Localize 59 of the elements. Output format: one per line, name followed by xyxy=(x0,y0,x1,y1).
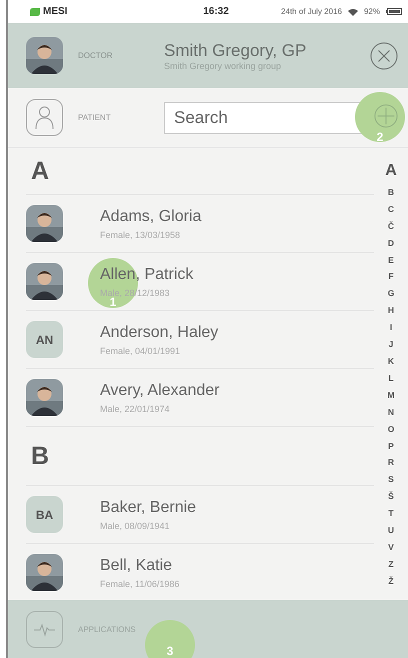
index-letter[interactable]: M xyxy=(387,390,395,400)
index-letter[interactable]: Č xyxy=(388,220,394,231)
section-letter: B xyxy=(31,442,50,470)
index-letter[interactable]: J xyxy=(388,339,394,350)
initials-avatar: AN xyxy=(26,321,63,358)
index-letter[interactable]: P xyxy=(388,440,394,450)
marker-number: 2 xyxy=(376,131,384,143)
clock: 16:32 xyxy=(202,6,230,17)
touch-marker xyxy=(355,92,405,142)
index-letter[interactable]: U xyxy=(388,525,394,536)
index-letter[interactable]: B xyxy=(388,186,394,197)
person-icon[interactable] xyxy=(26,99,63,136)
touch-marker xyxy=(145,620,195,658)
index-letter[interactable]: N xyxy=(388,406,394,417)
index-letter[interactable]: Ž xyxy=(388,576,394,586)
close-icon[interactable] xyxy=(370,42,398,70)
index-letter[interactable]: E xyxy=(388,254,394,265)
index-letter[interactable]: V xyxy=(388,542,394,552)
date: 24th of July 2016 xyxy=(281,7,342,16)
doctor-name: Smith Gregory, GP xyxy=(164,40,308,60)
index-letter[interactable]: Š xyxy=(388,491,394,502)
patient-details: Female, 13/03/1958 xyxy=(100,230,182,240)
patient-name[interactable]: Baker, Bernie xyxy=(100,498,196,516)
patient-details: Female, 11/06/1986 xyxy=(100,578,180,588)
wifi-icon xyxy=(348,8,358,16)
index-letter[interactable]: S xyxy=(388,474,394,484)
index-letter[interactable]: I xyxy=(390,322,392,332)
index-letter[interactable]: Z xyxy=(388,558,394,569)
index-letter[interactable]: T xyxy=(388,508,394,518)
patient-label: PATIENT xyxy=(78,113,112,122)
index-letter[interactable]: R xyxy=(388,457,394,468)
patient-name[interactable]: Anderson, Haley xyxy=(100,324,218,342)
index-letter[interactable]: G xyxy=(388,288,394,298)
index-letter[interactable]: O xyxy=(388,424,394,434)
index-letter[interactable]: F xyxy=(388,271,394,282)
doctor-label: DOCTOR xyxy=(78,51,114,60)
patient-name[interactable]: Bell, Katie xyxy=(100,556,180,574)
index-letter[interactable]: L xyxy=(388,372,394,383)
battery-icon xyxy=(386,8,402,15)
carrier-name: MESI xyxy=(43,6,68,17)
patient-details: Male, 08/09/1941 xyxy=(100,520,171,530)
patient-details: Male, 22/01/1974 xyxy=(100,404,171,414)
section-letter: A xyxy=(31,156,50,186)
patient-name[interactable]: Avery, Alexander xyxy=(100,382,220,400)
patient-details: Female, 04/01/1991 xyxy=(100,346,182,356)
leaf-icon xyxy=(30,8,40,16)
search-field[interactable]: Search xyxy=(164,102,364,134)
index-letter[interactable]: K xyxy=(388,356,394,366)
marker-number: 3 xyxy=(166,645,174,657)
add-icon[interactable] xyxy=(374,104,398,128)
index-letter[interactable]: A xyxy=(385,162,397,180)
index-letter[interactable]: C xyxy=(388,204,394,214)
index-letter[interactable]: D xyxy=(388,238,394,248)
marker-number: 1 xyxy=(110,296,116,308)
heartbeat-icon[interactable] xyxy=(26,610,63,648)
initials-avatar: BA xyxy=(26,496,63,533)
battery-percent: 92% xyxy=(364,7,380,16)
index-letter[interactable]: H xyxy=(388,305,394,316)
patient-name[interactable]: Adams, Gloria xyxy=(100,208,202,226)
